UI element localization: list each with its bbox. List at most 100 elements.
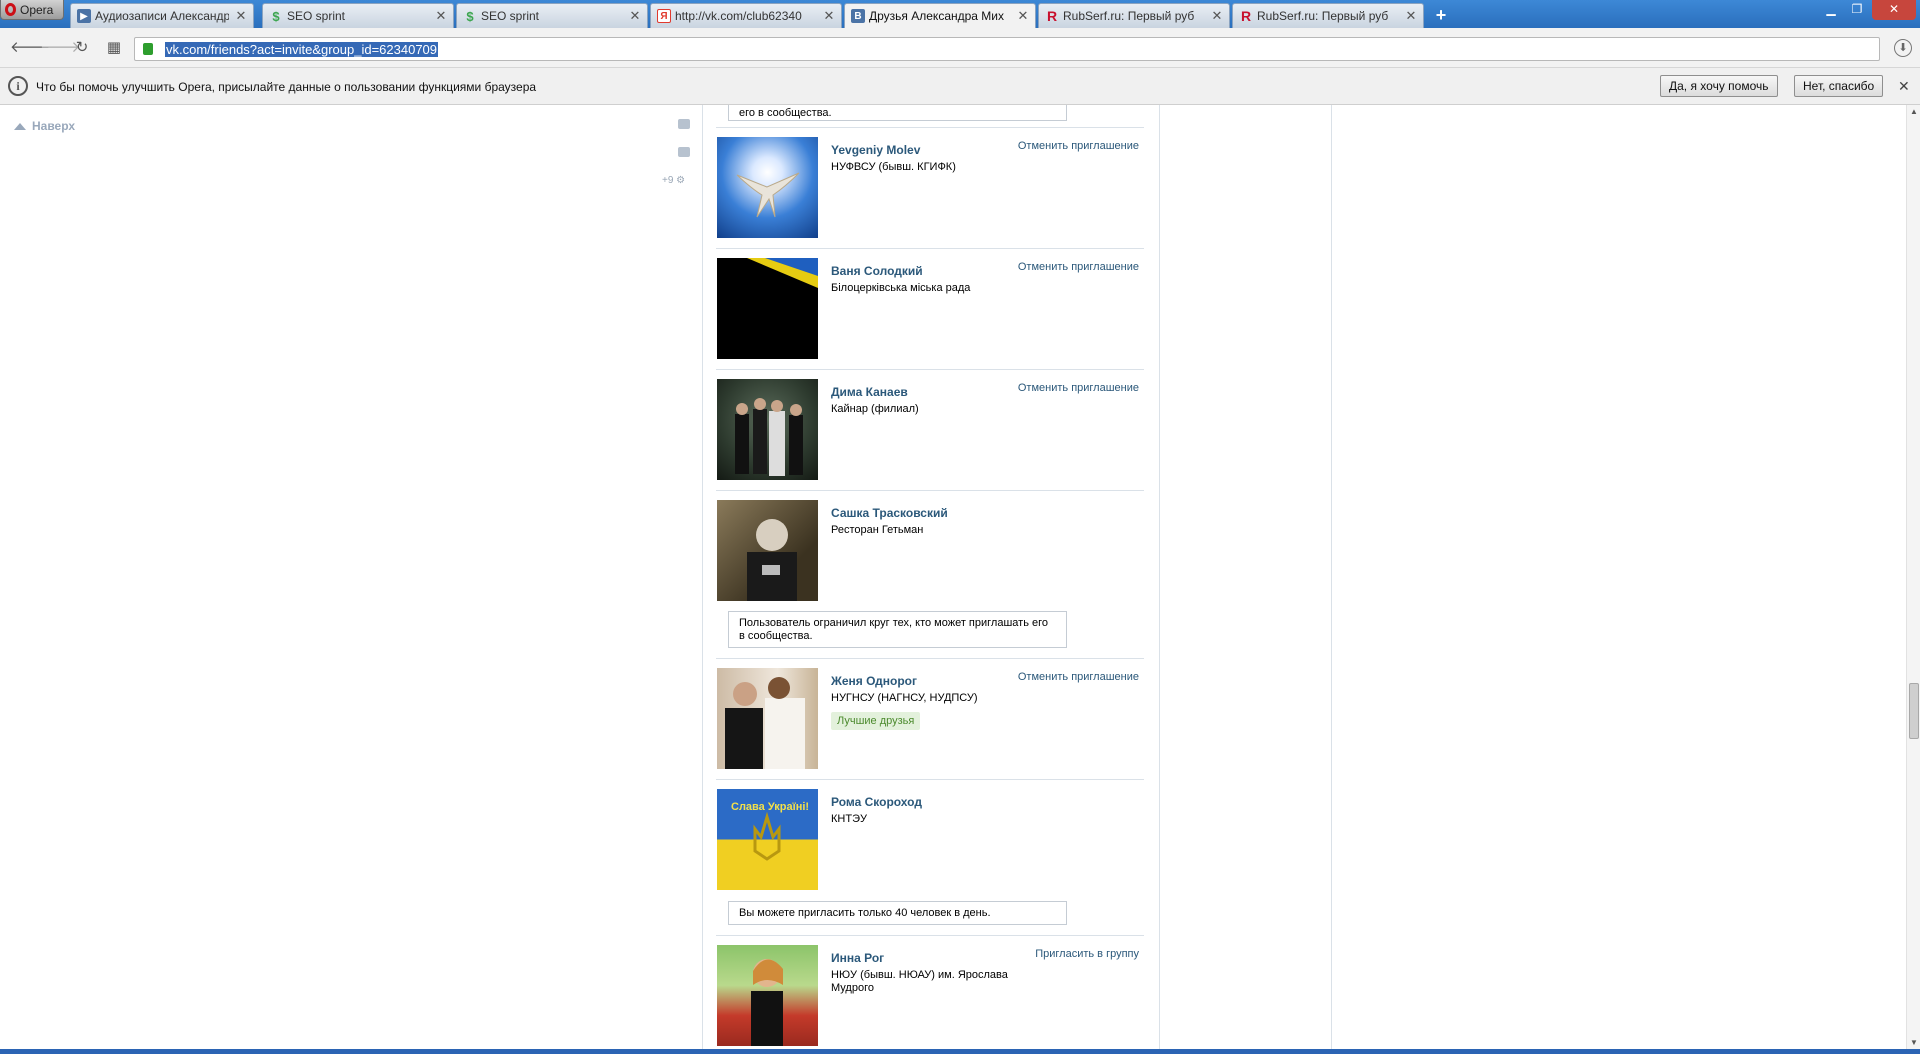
friend-avatar[interactable] <box>717 379 818 480</box>
arrow-up-icon <box>14 123 26 130</box>
vk-audio-icon: ▶ <box>77 9 91 23</box>
scrollbar-thumb[interactable] <box>1909 683 1919 739</box>
address-text[interactable]: vk.com/friends?act=invite&group_id=62340… <box>165 42 439 57</box>
taskbar-edge <box>0 1049 1920 1054</box>
friend-avatar[interactable] <box>717 258 818 359</box>
friend-name[interactable]: Дима Канаев <box>831 385 908 399</box>
notice-text: Вы можете пригласить только 40 человек в… <box>739 907 991 919</box>
row-divider <box>716 127 1144 128</box>
tab-close-icon[interactable]: ✕ <box>1405 8 1417 24</box>
invite-to-group-link[interactable]: Пригласить в группу <box>1035 948 1139 960</box>
tab-close-icon[interactable]: ✕ <box>823 8 835 24</box>
tab-seo-sprint-1[interactable]: $ SEO sprint ✕ <box>262 3 454 28</box>
tab-close-icon[interactable]: ✕ <box>235 8 247 24</box>
friend-name[interactable]: Yevgeniy Molev <box>831 143 920 157</box>
row-divider <box>716 935 1144 936</box>
notice-daily-limit: Вы можете пригласить только 40 человек в… <box>728 901 1067 925</box>
tab-label: Аудиозаписи Александр <box>95 9 229 23</box>
tab-audio[interactable]: ▶ Аудиозаписи Александр ✕ <box>70 3 254 28</box>
friend-info: НУГНСУ (НАГНСУ, НУДПСУ) <box>831 692 978 704</box>
opera-menu-button[interactable]: Opera <box>0 0 64 20</box>
cancel-invite-link[interactable]: Отменить приглашение <box>1018 382 1139 394</box>
messages-icon[interactable] <box>678 119 690 129</box>
page-viewport: Наверх +9 ⚙ его в сообщества. Yevgeniy M… <box>0 105 1906 1049</box>
friend-name[interactable]: Сашка Трасковский <box>831 506 948 520</box>
cancel-invite-link[interactable]: Отменить приглашение <box>1018 140 1139 152</box>
info-bar-text: Что бы помочь улучшить Opera, присылайте… <box>36 80 537 94</box>
new-tab-icon[interactable]: + <box>1430 4 1452 26</box>
address-field[interactable]: vk.com/friends?act=invite&group_id=62340… <box>134 37 1880 61</box>
page-scrollbar[interactable]: ▲ ▼ <box>1906 105 1920 1049</box>
agree-help-button[interactable]: Да, я хочу помочь <box>1660 75 1778 97</box>
friend-info: НЮУ (бывш. НЮАУ) им. Ярослава Мудрого <box>831 969 1008 994</box>
info-icon: i <box>8 76 28 96</box>
cancel-invite-link[interactable]: Отменить приглашение <box>1018 671 1139 683</box>
yandex-icon: Я <box>657 9 671 23</box>
row-divider <box>716 490 1144 491</box>
scroll-up-arrow-icon[interactable]: ▲ <box>1910 107 1918 116</box>
notice-partial: его в сообщества. <box>728 105 1067 121</box>
row-divider <box>716 248 1144 249</box>
row-divider <box>716 779 1144 780</box>
scroll-down-arrow-icon[interactable]: ▼ <box>1910 1038 1918 1047</box>
friend-row: Инна Рог НЮУ (бывш. НЮАУ) им. Ярослава М… <box>717 945 1145 1046</box>
friend-row: Ваня Солодкий Білоцерківська міська рада… <box>717 258 1145 359</box>
notice-restricted: Пользователь ограничил круг тех, кто мож… <box>728 611 1067 648</box>
close-infobar-icon[interactable]: ✕ <box>1898 78 1910 95</box>
tab-close-icon[interactable]: ✕ <box>1017 8 1029 24</box>
address-toolbar: 🡐 🡒 ↻ ▦ vk.com/friends?act=invite&group_… <box>0 28 1920 68</box>
forward-icon[interactable]: 🡒 <box>40 38 80 58</box>
best-friends-badge: Лучшие друзья <box>831 712 921 730</box>
seosprint-icon: $ <box>272 8 280 24</box>
opera-logo-icon <box>5 3 16 16</box>
restore-icon[interactable]: ❐ <box>1844 0 1870 20</box>
friend-name[interactable]: Ваня Солодкий <box>831 264 923 278</box>
friend-row: Yevgeniy Molev НУФВСУ (бывш. КГИФК) Отме… <box>717 137 1145 238</box>
friend-info: Ресторан Гетьман <box>831 524 924 536</box>
friend-name[interactable]: Инна Рог <box>831 951 884 965</box>
friend-name[interactable]: Рома Скороход <box>831 795 922 809</box>
row-divider <box>716 369 1144 370</box>
rubserf-icon: R <box>1046 8 1058 24</box>
tab-label: RubSerf.ru: Первый руб <box>1257 9 1389 23</box>
tab-close-icon[interactable]: ✕ <box>435 8 447 24</box>
tab-close-icon[interactable]: ✕ <box>629 8 641 24</box>
tab-label: http://vk.com/club62340 <box>675 9 802 23</box>
friend-avatar[interactable] <box>717 137 818 238</box>
close-window-icon[interactable]: ✕ <box>1872 0 1916 20</box>
right-column <box>1159 105 1332 1049</box>
vk-icon: В <box>851 9 865 23</box>
speed-dial-icon[interactable]: ▦ <box>104 38 124 58</box>
side-count-label: +9 <box>662 175 674 186</box>
comments-icon[interactable] <box>678 147 690 157</box>
friend-avatar[interactable] <box>717 945 818 1046</box>
tab-vk-club[interactable]: Я http://vk.com/club62340 ✕ <box>650 3 842 28</box>
friend-avatar[interactable] <box>717 668 818 769</box>
tab-label: RubSerf.ru: Первый руб <box>1063 9 1195 23</box>
scroll-to-top-link[interactable]: Наверх <box>14 119 75 133</box>
secure-lock-icon <box>143 43 153 55</box>
reload-icon[interactable]: ↻ <box>72 38 92 58</box>
friend-info: Кайнар (филиал) <box>831 403 919 415</box>
row-divider <box>716 658 1144 659</box>
friend-avatar[interactable]: Слава Україні! <box>717 789 818 890</box>
tab-rubserf-2[interactable]: R RubSerf.ru: Первый руб ✕ <box>1232 3 1424 28</box>
friend-name[interactable]: Женя Однорог <box>831 674 917 688</box>
back-icon[interactable]: 🡐 <box>10 38 50 58</box>
tab-seo-sprint-2[interactable]: $ SEO sprint ✕ <box>456 3 648 28</box>
side-notification-count[interactable]: +9 ⚙ <box>662 175 685 186</box>
minimize-icon[interactable]: ▁ <box>1818 0 1844 20</box>
friend-row: Сашка Трасковский Ресторан Гетьман <box>717 500 1145 601</box>
friend-info: КНТЭУ <box>831 813 867 825</box>
friend-avatar[interactable] <box>717 500 818 601</box>
cancel-invite-link[interactable]: Отменить приглашение <box>1018 261 1139 273</box>
tab-friends[interactable]: В Друзья Александра Мих ✕ <box>844 3 1036 28</box>
opera-menu-label: Opera <box>20 2 54 17</box>
friend-info: НУФВСУ (бывш. КГИФК) <box>831 161 956 173</box>
tab-close-icon[interactable]: ✕ <box>1211 8 1223 24</box>
decline-button[interactable]: Нет, спасибо <box>1794 75 1884 97</box>
seosprint-icon: $ <box>466 8 474 24</box>
downloads-icon[interactable]: ⬇ <box>1894 39 1912 57</box>
tab-rubserf-1[interactable]: R RubSerf.ru: Первый руб ✕ <box>1038 3 1230 28</box>
notice-text: Пользователь ограничил круг тех, кто мож… <box>739 617 1048 642</box>
